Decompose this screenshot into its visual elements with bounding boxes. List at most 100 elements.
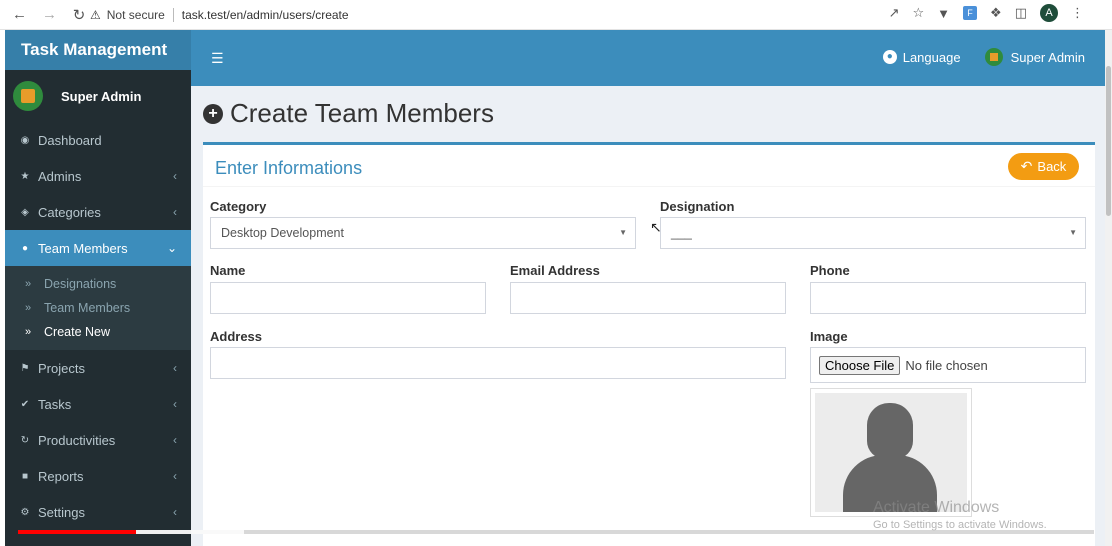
sidebar-menu-lower: ⚑ Projects ‹ ✔ Tasks ‹ ↻ Productivities … [5, 350, 191, 530]
navbar-user-avatar[interactable] [984, 48, 1003, 66]
side-panel-icon[interactable]: ◫ [1015, 5, 1027, 21]
submenu-item-label: Team Members [44, 301, 131, 315]
page-title-text: Create Team Members [230, 98, 494, 128]
warning-icon: ⚠ [90, 7, 101, 22]
sidebar-item-projects[interactable]: ⚑ Projects ‹ [5, 350, 191, 386]
submenu-item-team-members[interactable]: » Team Members [5, 296, 191, 320]
vue-extension-icon[interactable]: ▼ [937, 6, 950, 21]
team-members-submenu: » Designations » Team Members » Create N… [5, 266, 191, 350]
windows-activation-watermark: Activate Windows Go to Settings to activ… [873, 499, 1047, 531]
chevron-left-icon: ‹ [173, 433, 177, 447]
image-preview [810, 388, 972, 517]
submenu-item-designations[interactable]: » Designations [5, 272, 191, 296]
double-chevron-icon: » [25, 302, 32, 314]
main-content: + Create Team Members Enter Informations… [191, 86, 1105, 546]
hamburger-menu-icon[interactable]: ☰ [211, 50, 224, 67]
forward-arrow-icon[interactable]: → [42, 6, 57, 23]
email-input[interactable] [510, 282, 786, 314]
page-scrollbar[interactable] [1105, 30, 1112, 546]
name-label: Name [210, 263, 246, 278]
address-bar[interactable]: ⚠ Not secure task.test/en/admin/users/cr… [90, 3, 950, 26]
globe-icon: ● [882, 50, 897, 64]
mouse-cursor-icon: ↖ [650, 219, 662, 235]
tags-icon: ◈ [21, 206, 29, 218]
back-button[interactable]: ↶ Back [1008, 153, 1079, 180]
back-arrow-icon[interactable]: ← [12, 6, 27, 23]
language-menu[interactable]: Language [903, 50, 961, 65]
designation-select[interactable]: ___ ▼ [660, 217, 1086, 249]
chevron-left-icon: ‹ [173, 397, 177, 411]
category-label: Category [210, 199, 267, 214]
page-title: + Create Team Members [203, 98, 494, 129]
watermark-title: Activate Windows [873, 499, 1000, 516]
sidebar-item-admins[interactable]: ★ Admins ‹ [5, 158, 191, 194]
sidebar-item-label: Projects [38, 360, 85, 376]
scrollbar-thumb[interactable] [1106, 66, 1111, 216]
refresh-icon: ↻ [20, 434, 30, 446]
more-menu-icon[interactable]: ⋮ [1071, 5, 1084, 21]
reload-icon[interactable]: ↻ [72, 6, 86, 24]
designation-label: Designation [660, 199, 735, 214]
sidebar-item-label: Productivities [38, 432, 116, 448]
image-file-input[interactable]: Choose File No file chosen [810, 347, 1086, 383]
sidebar-item-label: Settings [38, 504, 85, 520]
browser-toolbar: ← → ↻ ⚠ Not secure task.test/en/admin/us… [0, 0, 1112, 30]
reply-arrow-icon: ↶ [1020, 158, 1033, 174]
share-icon[interactable]: ↗ [889, 5, 900, 21]
no-file-text: No file chosen [905, 357, 988, 373]
category-selected-value: Desktop Development [221, 226, 344, 240]
category-select[interactable]: Desktop Development ▼ [210, 217, 636, 249]
cogs-icon: ⚙ [20, 506, 30, 518]
chevron-left-icon: ‹ [173, 169, 177, 183]
avatar-placeholder-icon [815, 393, 967, 512]
url-text[interactable]: task.test/en/admin/users/create [182, 8, 349, 22]
submenu-item-create-new[interactable]: » Create New [5, 320, 191, 344]
sidebar-item-label: Dashboard [38, 132, 102, 148]
video-progress-bar[interactable] [18, 530, 1094, 534]
chevron-left-icon: ‹ [173, 205, 177, 219]
submenu-item-label: Designations [44, 277, 117, 291]
security-label: Not secure [106, 7, 165, 22]
sidebar-item-productivities[interactable]: ↻ Productivities ‹ [5, 422, 191, 458]
user-name: Super Admin [61, 88, 142, 104]
brand-logo[interactable]: Task Management [5, 30, 191, 70]
designation-selected-value: ___ [671, 226, 692, 240]
submenu-item-label: Create New [44, 325, 110, 339]
address-input[interactable] [210, 347, 786, 379]
star-icon: ★ [20, 170, 30, 182]
top-navbar: ☰ ● Language Super Admin [191, 30, 1105, 86]
sidebar-menu: ◉ Dashboard ★ Admins ‹ ◈ Categories ‹ ● … [5, 122, 191, 266]
chevron-left-icon: ‹ [173, 469, 177, 483]
sidebar-item-categories[interactable]: ◈ Categories ‹ [5, 194, 191, 230]
sidebar-item-label: Tasks [38, 396, 72, 412]
form-box: Enter Informations ↶ Back Category Deskt… [203, 142, 1095, 546]
sidebar-item-reports[interactable]: ■ Reports ‹ [5, 458, 191, 494]
video-buffer-bar [136, 530, 244, 534]
navbar-user-name[interactable]: Super Admin [1011, 50, 1085, 65]
extension-f-icon[interactable]: F [963, 6, 978, 20]
users-icon: ● [21, 242, 29, 254]
sidebar-item-team-members[interactable]: ● Team Members ⌄ [5, 230, 191, 266]
video-progress-fill [18, 530, 136, 534]
double-chevron-icon: » [25, 326, 32, 338]
profile-avatar[interactable]: A [1040, 4, 1058, 22]
email-label: Email Address [510, 263, 600, 278]
address-label: Address [210, 329, 263, 344]
chevron-left-icon: ‹ [173, 505, 177, 519]
sidebar: Task Management Super Admin ◉ Dashboard … [5, 30, 191, 546]
bookmark-star-icon[interactable]: ☆ [913, 5, 925, 21]
sidebar-item-dashboard[interactable]: ◉ Dashboard [5, 122, 191, 158]
sidebar-item-label: Reports [38, 468, 84, 484]
phone-input[interactable] [810, 282, 1086, 314]
double-chevron-icon: » [25, 278, 32, 290]
name-input[interactable] [210, 282, 486, 314]
user-avatar [13, 81, 43, 111]
choose-file-button[interactable]: Choose File [819, 355, 901, 375]
folder-icon: ■ [21, 470, 29, 482]
sidebar-item-settings[interactable]: ⚙ Settings ‹ [5, 494, 191, 530]
sidebar-item-tasks[interactable]: ✔ Tasks ‹ [5, 386, 191, 422]
caret-down-icon: ▼ [619, 228, 627, 237]
omnibox-divider [172, 7, 174, 22]
puzzle-icon[interactable]: ❖ [990, 5, 1002, 21]
flag-icon: ⚑ [20, 362, 30, 374]
